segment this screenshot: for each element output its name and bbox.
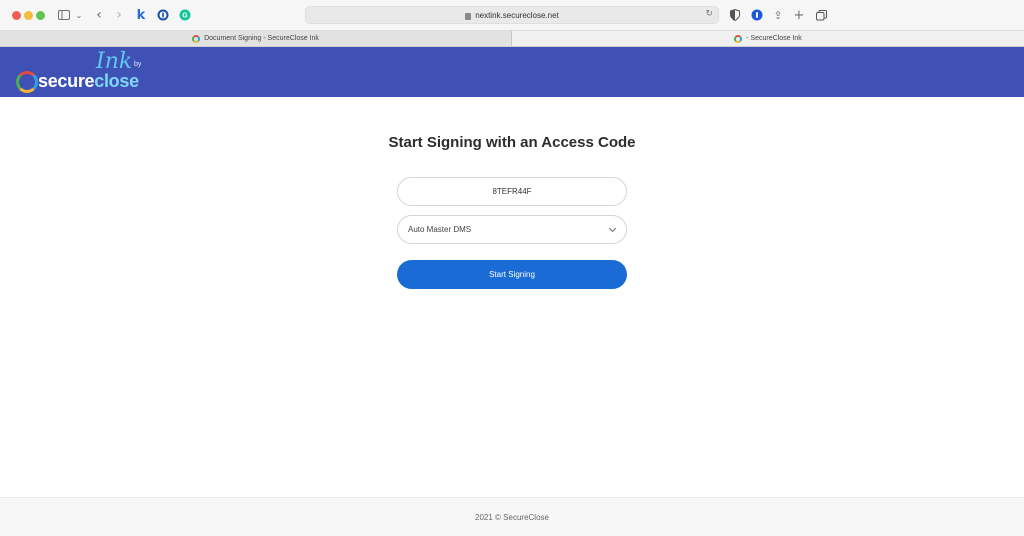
password-extension-icon[interactable] [751,8,763,22]
back-arrow-icon[interactable]: ‹ [94,7,104,23]
zoom-window-button[interactable] [36,11,45,20]
copyright-text: 2021 © SecureClose [475,512,549,522]
tab-document-signing[interactable]: Document Signing - SecureClose Ink [0,31,511,46]
page-title: Start Signing with an Access Code [388,134,636,151]
reload-icon[interactable]: ↻ [705,9,713,19]
shield-icon[interactable] [729,8,740,22]
new-tab-plus-icon[interactable]: + [794,8,805,23]
dms-select[interactable]: Auto Master DMS [397,215,627,244]
address-bar[interactable]: nextink.secureclose.net ↻ [305,6,719,24]
tab-strip: Document Signing - SecureClose Ink - Sec… [0,31,1024,47]
url-text: nextink.secureclose.net [475,10,559,20]
site-favicon-icon [192,34,201,43]
logo-close-text: close [94,71,139,91]
minimize-window-button[interactable] [24,11,33,20]
browser-toolbar: ⌄ ‹ › k G nextink.secureclose.net ↻ ⇪ + [0,0,1024,31]
chevron-down-icon [608,224,617,233]
password-manager-icon[interactable] [157,8,169,22]
svg-text:G: G [182,13,188,20]
tab-overview-icon[interactable] [815,8,827,22]
logo-by-text: by [134,61,142,68]
site-favicon-icon [734,34,743,43]
share-icon[interactable]: ⇪ [772,8,784,22]
secureclose-ink-logo[interactable]: Ink by secureclose [16,49,156,95]
logo-badge-icon [16,71,38,93]
start-signing-button[interactable]: Start Signing [397,260,627,289]
tab-title: Document Signing - SecureClose Ink [204,35,319,42]
logo-wordmark: secureclose [38,71,139,92]
dms-selected-value: Auto Master DMS [408,225,472,234]
page-footer: 2021 © SecureClose [0,497,1024,536]
grammar-extension-icon[interactable]: G [179,8,191,22]
extension-k-icon[interactable]: k [135,8,147,23]
access-code-input[interactable] [397,177,627,206]
site-header: Ink by secureclose [0,47,1024,97]
tab-secureclose-ink[interactable]: - SecureClose Ink [512,31,1024,46]
sidebar-toggle-icon[interactable] [58,8,70,22]
tab-title: - SecureClose Ink [746,35,802,42]
logo-secure-text: secure [38,71,95,91]
lock-icon [465,12,472,20]
forward-arrow-icon[interactable]: › [114,7,124,23]
close-window-button[interactable] [12,11,21,20]
chevron-down-icon[interactable]: ⌄ [75,8,83,22]
browser-chrome: ⌄ ‹ › k G nextink.secureclose.net ↻ ⇪ + [0,0,1024,47]
